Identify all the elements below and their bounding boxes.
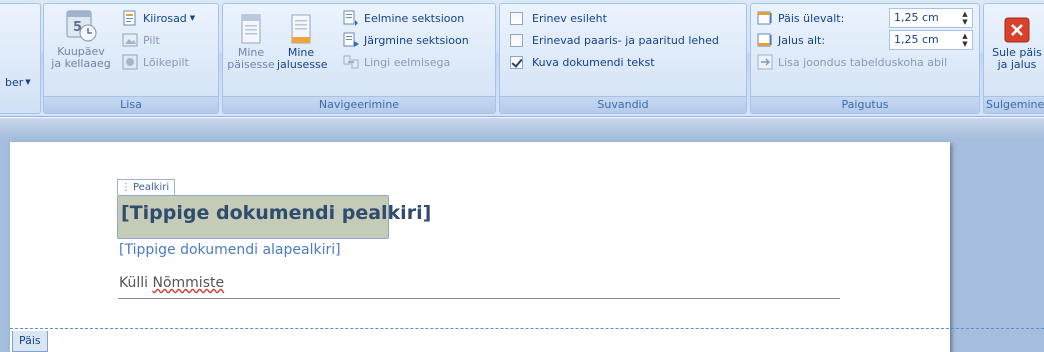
next-section-button[interactable]: Järgmine sektsioon	[343, 30, 469, 50]
next-section-label: Järgmine sektsioon	[364, 33, 469, 47]
header-top-input[interactable]: 1,25 cm ▲ ▼	[889, 8, 973, 28]
picture-icon	[122, 33, 138, 47]
header-top-value: 1,25 cm	[894, 11, 939, 24]
prev-section-button[interactable]: Eelmine sektsioon	[343, 8, 464, 28]
group-label-paigutus: Paigutus	[751, 96, 979, 113]
ribbon: ber ▼ 5 Kuupäev ja kellaaeg Kiirosad ▼ P…	[0, 0, 1044, 117]
close-icon	[1004, 17, 1030, 43]
goto-footer-button[interactable]: Mine jalusesse	[277, 14, 328, 71]
footer-bottom-value: 1,25 cm	[894, 33, 939, 46]
ribbon-group-sulgemine: Sule päis ja jalus Sulgemine	[983, 3, 1044, 114]
group-label-navigeerimine: Navigeerimine	[223, 96, 495, 113]
author-field[interactable]: Külli Nõmmiste	[119, 275, 224, 291]
drag-handle-icon[interactable]: ⋮	[121, 182, 131, 193]
prev-section-icon	[343, 10, 358, 26]
header-position-label: Päis ülevalt:	[757, 8, 844, 28]
header-top-label: Päis ülevalt:	[778, 11, 845, 25]
date-time-button[interactable]: 5 Kuupäev ja kellaaeg	[48, 9, 114, 70]
footer-from-bottom-icon	[757, 33, 772, 47]
group-label-lisa: Lisa	[44, 96, 218, 113]
date-time-label-2: ja kellaaeg	[51, 57, 111, 70]
prev-section-label: Eelmine sektsioon	[364, 11, 465, 25]
insert-alignment-tab-button[interactable]: Lisa joondus tabelduskoha abil	[757, 52, 947, 72]
insert-alignment-tab-label: Lisa joondus tabelduskoha abil	[778, 55, 948, 69]
option-label-different-odd-even: Erinevad paaris- ja paaritud lehed	[532, 33, 719, 47]
picture-label: Pilt	[143, 33, 160, 47]
checkbox-different-first-page[interactable]	[510, 11, 523, 25]
option-label-show-document-text: Kuva dokumendi tekst	[532, 55, 655, 69]
link-previous-label: Lingi eelmisega	[364, 55, 451, 69]
ribbon-group-lisa: 5 Kuupäev ja kellaaeg Kiirosad ▼ Pilt Lõ…	[43, 3, 219, 114]
subtitle-placeholder[interactable]: [Tippige dokumendi alapealkiri]	[119, 242, 341, 258]
goto-footer-label-2: jalusesse	[277, 58, 328, 71]
quick-parts-label: Kiirosad	[143, 11, 187, 25]
goto-header-label-2: päisesse	[227, 58, 275, 71]
footer-position-label: Jalus alt:	[757, 30, 825, 50]
goto-header-button[interactable]: Mine päisesse	[227, 14, 275, 71]
clip-art-label: Lõikepilt	[143, 55, 189, 69]
header-boundary-line	[10, 328, 1044, 329]
goto-footer-icon	[291, 14, 311, 44]
quick-parts-icon	[123, 10, 136, 26]
group-label-sulgemine: Sulgemine	[984, 96, 1044, 113]
content-control-tag[interactable]: ⋮ Pealkiri	[117, 179, 176, 195]
checkbox-different-odd-even[interactable]	[510, 33, 523, 47]
footer-bottom-input[interactable]: 1,25 cm ▲ ▼	[889, 30, 973, 50]
spinner-arrows-icon[interactable]: ▲ ▼	[960, 32, 970, 48]
link-previous-button[interactable]: Lingi eelmisega	[343, 52, 450, 72]
clip-art-button[interactable]: Lõikepilt	[122, 52, 189, 72]
next-section-icon	[343, 32, 359, 47]
header-from-top-icon	[757, 11, 772, 25]
clip-art-icon	[122, 54, 138, 70]
alignment-tab-icon	[757, 54, 773, 70]
quick-parts-button[interactable]: Kiirosad ▼	[122, 8, 195, 28]
author-last-name: Nõmmiste	[152, 275, 225, 291]
author-first-name: Külli	[119, 275, 149, 291]
header-region-tag: Päis	[12, 331, 48, 352]
close-label-2: ja jalus	[997, 58, 1037, 71]
checkbox-show-document-text[interactable]	[510, 55, 523, 69]
ribbon-group-suvandid: Erinev esileht Erinevad paaris- ja paari…	[499, 3, 747, 114]
ribbon-group-navigeerimine: Mine päisesse Mine jalusesse Eelmine sek…	[222, 3, 496, 114]
option-different-odd-even[interactable]: Erinevad paaris- ja paaritud lehed	[510, 30, 719, 50]
close-header-footer-button[interactable]: Sule päis ja jalus	[984, 16, 1044, 71]
spinner-arrows-icon[interactable]: ▲ ▼	[960, 10, 970, 26]
chevron-down-icon: ▼	[189, 14, 196, 22]
link-previous-icon	[343, 55, 359, 69]
footer-bottom-label: Jalus alt:	[778, 33, 826, 47]
chevron-down-icon: ▼	[25, 78, 31, 86]
title-placeholder-text: [Tippige dokumendi pealkiri]	[121, 202, 432, 224]
partial-dropdown-label: ber	[5, 75, 24, 89]
option-label-different-first-page: Erinev esileht	[532, 11, 607, 25]
option-show-document-text[interactable]: Kuva dokumendi tekst	[510, 52, 655, 72]
title-placeholder[interactable]: [Tippige dokumendi pealkiri]	[117, 195, 431, 239]
content-control-tag-label: Pealkiri	[133, 182, 170, 193]
option-different-first-page[interactable]: Erinev esileht	[510, 8, 607, 28]
calendar-clock-icon: 5	[66, 10, 97, 42]
picture-button[interactable]: Pilt	[122, 30, 160, 50]
ribbon-group-paigutus: Päis ülevalt: 1,25 cm ▲ ▼ Jalus alt: 1,25…	[750, 3, 980, 114]
partial-dropdown-button[interactable]: ber ▼	[5, 72, 31, 92]
group-label-suvandid: Suvandid	[500, 96, 746, 113]
goto-header-icon	[241, 14, 261, 44]
header-rule-line	[118, 298, 840, 299]
ribbon-group-partial: ber ▼	[0, 3, 41, 114]
